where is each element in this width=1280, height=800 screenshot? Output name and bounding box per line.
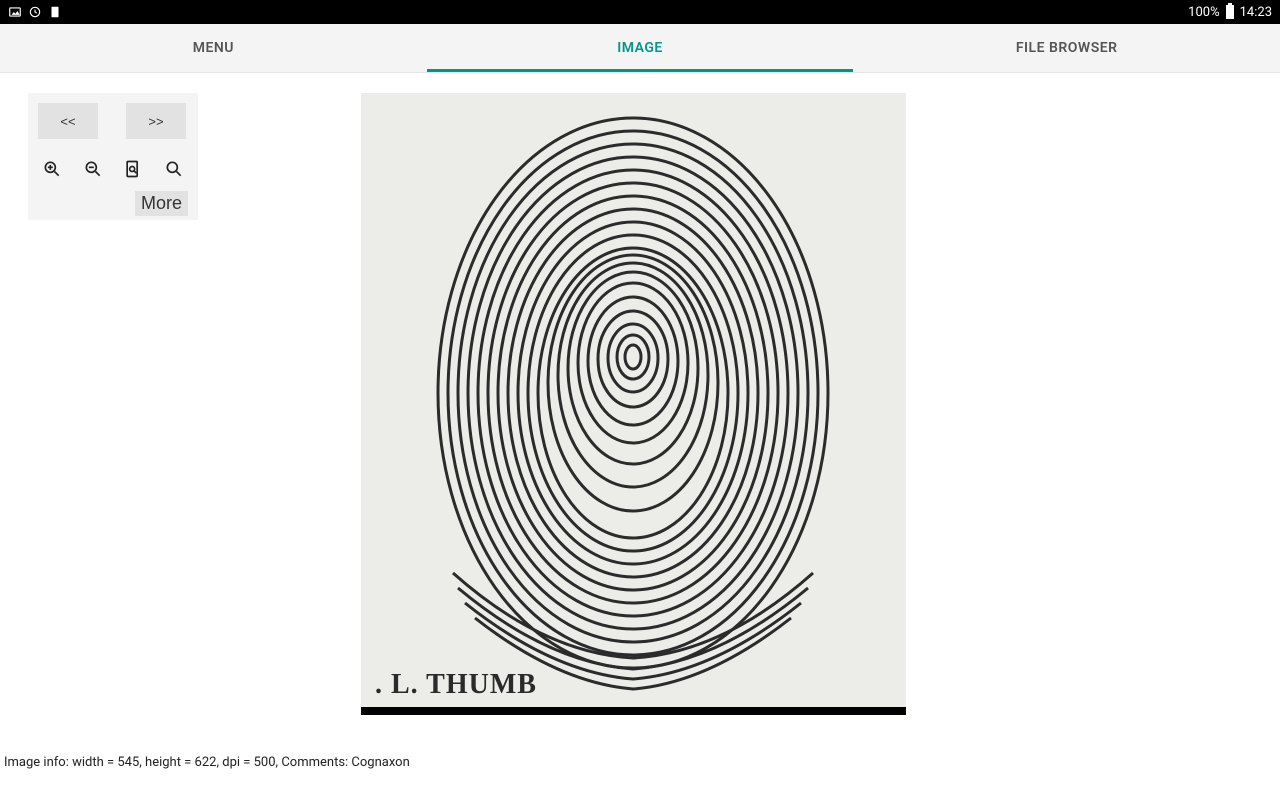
tab-menu-label: MENU xyxy=(193,40,234,56)
image-bottom-border xyxy=(361,707,906,715)
zoom-row xyxy=(38,149,188,191)
tab-image[interactable]: IMAGE xyxy=(427,24,854,72)
fingerprint-image xyxy=(361,93,906,715)
battery-text: 100% xyxy=(1188,5,1219,20)
tab-file-browser[interactable]: FILE BROWSER xyxy=(853,24,1280,72)
tab-bar: MENU IMAGE FILE BROWSER xyxy=(0,24,1280,73)
more-row: More xyxy=(38,191,188,216)
status-bar: 100% 14:23 xyxy=(0,0,1280,24)
tab-file-browser-label: FILE BROWSER xyxy=(1016,40,1118,56)
doc-icon xyxy=(48,5,62,19)
clock-text: 14:23 xyxy=(1240,5,1272,20)
status-left xyxy=(8,5,62,19)
content-area: << >> More xyxy=(0,73,1280,775)
tab-menu[interactable]: MENU xyxy=(0,24,427,72)
footer-info: Image info: width = 545, height = 622, d… xyxy=(0,750,414,775)
more-button[interactable]: More xyxy=(135,191,188,216)
image-info-text: Image info: width = 545, height = 622, d… xyxy=(4,755,410,770)
zoom-out-icon[interactable] xyxy=(83,159,103,179)
sync-icon xyxy=(28,5,42,19)
prev-button[interactable]: << xyxy=(38,103,98,139)
search-icon[interactable] xyxy=(164,159,184,179)
fit-page-icon[interactable] xyxy=(123,159,143,179)
zoom-in-icon[interactable] xyxy=(42,159,62,179)
tab-image-label: IMAGE xyxy=(617,40,663,56)
nav-row: << >> xyxy=(38,103,188,149)
battery-icon xyxy=(1226,5,1234,19)
toolbox-panel: << >> More xyxy=(28,93,198,220)
image-icon xyxy=(8,5,22,19)
image-viewport[interactable]: . L. THUMB xyxy=(361,93,906,715)
image-caption: . L. THUMB xyxy=(375,669,537,701)
status-right: 100% 14:23 xyxy=(1188,5,1272,20)
next-button[interactable]: >> xyxy=(126,103,186,139)
